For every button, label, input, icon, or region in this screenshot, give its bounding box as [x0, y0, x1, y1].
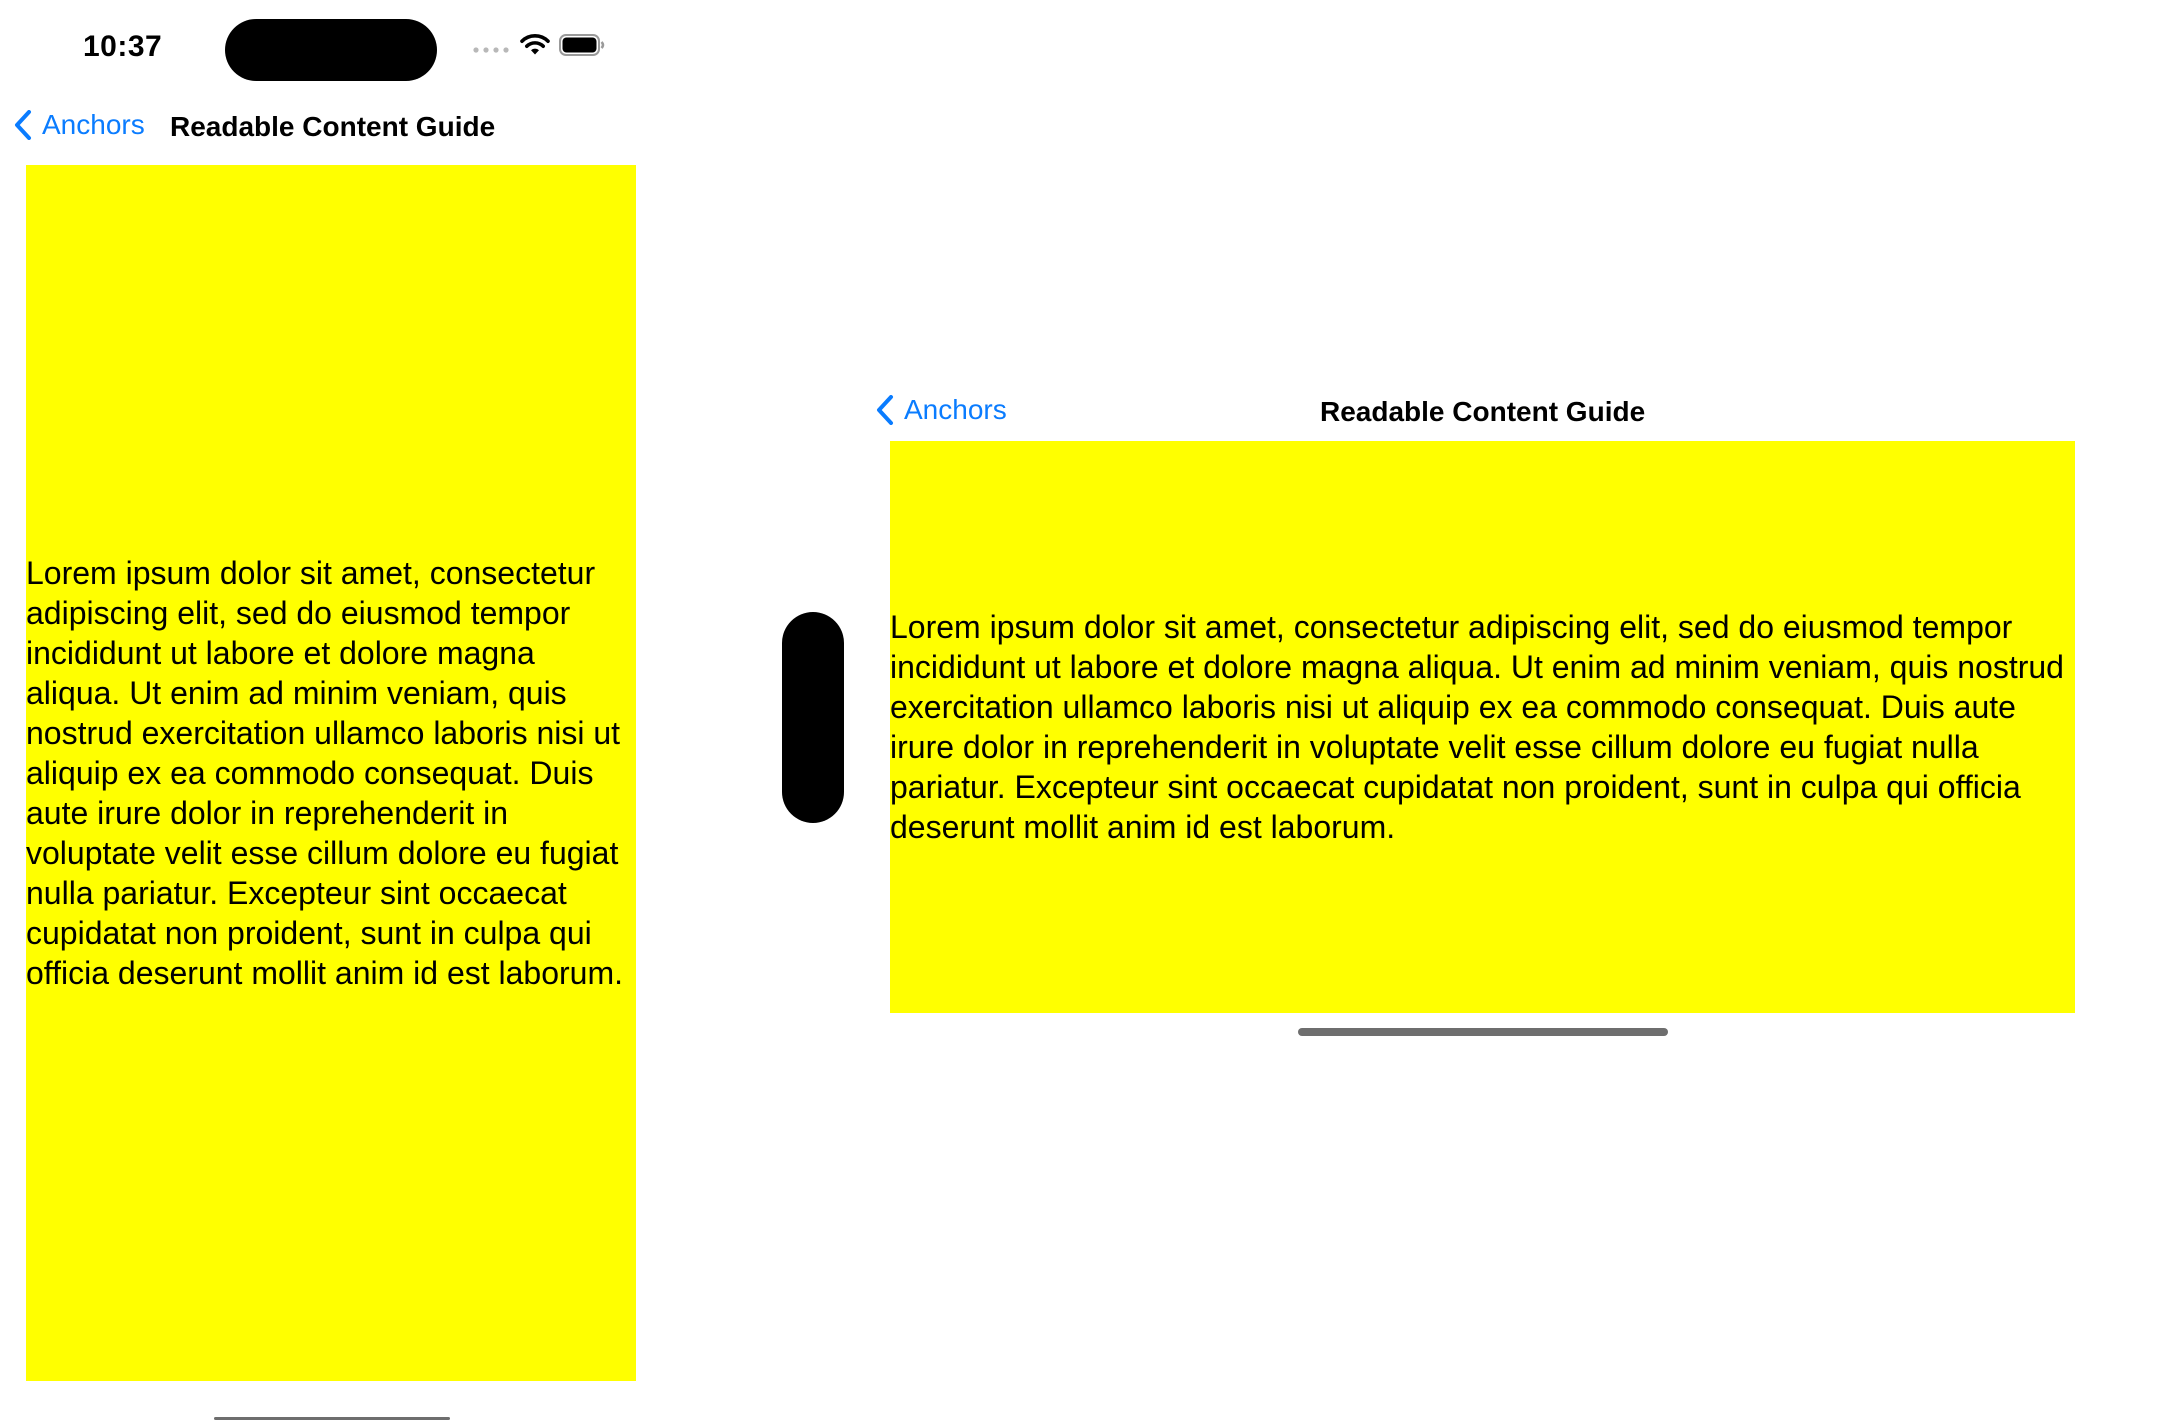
back-button-landscape[interactable]: Anchors	[876, 394, 1007, 426]
back-button-label: Anchors	[904, 394, 1007, 425]
signal-dots-icon	[473, 47, 509, 53]
wifi-icon	[520, 34, 550, 55]
status-time: 10:37	[83, 30, 163, 63]
chevron-left-icon	[877, 395, 893, 425]
lorem-text: Lorem ipsum dolor sit amet, consectetur …	[26, 555, 624, 991]
nav-title: Readable Content Guide	[170, 111, 496, 142]
nav-title-landscape: Readable Content Guide	[1320, 396, 1646, 427]
lorem-text-landscape: Lorem ipsum dolor sit amet, consectetur …	[890, 609, 2064, 845]
battery-icon	[559, 34, 605, 56]
portrait-screen: 10:37 Anchors Readable Content Guide Lor…	[0, 0, 650, 1420]
landscape-screen: Anchors Readable Content Guide Lorem ips…	[650, 0, 2174, 1420]
back-button-label: Anchors	[42, 109, 145, 140]
readable-content-area: Lorem ipsum dolor sit amet, consectetur …	[26, 165, 636, 1381]
home-indicator-landscape[interactable]	[1298, 1028, 1668, 1036]
dynamic-island	[225, 19, 437, 81]
back-button[interactable]: Anchors	[14, 109, 145, 141]
dynamic-island-landscape	[782, 612, 844, 823]
chevron-left-icon	[15, 110, 31, 140]
readable-content-area-landscape: Lorem ipsum dolor sit amet, consectetur …	[890, 441, 2075, 1013]
